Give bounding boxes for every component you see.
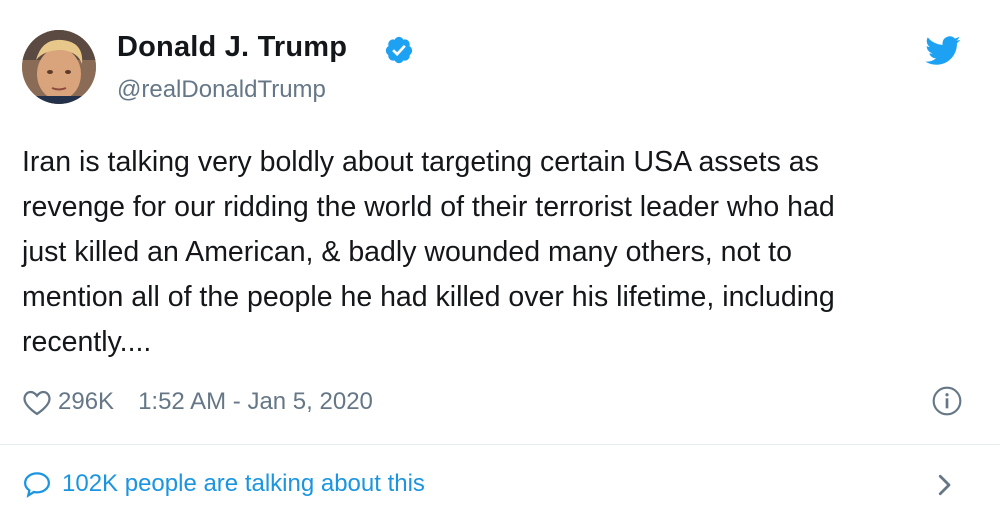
conversation-link[interactable]: 102K people are talking about this bbox=[22, 464, 425, 504]
like-count[interactable]: 296K bbox=[58, 388, 114, 416]
talking-label[interactable]: 102K people are talking about this bbox=[62, 470, 425, 498]
heart-icon[interactable] bbox=[22, 388, 52, 416]
speech-bubble-icon bbox=[23, 472, 51, 498]
timestamp[interactable]: 1:52 AM - Jan 5, 2020 bbox=[138, 388, 373, 416]
author-name[interactable]: Donald J. Trump bbox=[117, 31, 347, 64]
tweet-card: Donald J. Trump @realDonaldTrump Iran is… bbox=[0, 0, 1000, 521]
chevron-right-icon[interactable] bbox=[932, 470, 956, 500]
profile-photo bbox=[22, 30, 96, 104]
info-icon[interactable] bbox=[931, 385, 963, 417]
avatar[interactable] bbox=[22, 30, 96, 104]
tweet-meta: 296K 1:52 AM - Jan 5, 2020 bbox=[22, 382, 373, 422]
twitter-bird-icon[interactable] bbox=[925, 36, 961, 66]
divider bbox=[0, 444, 1000, 445]
tweet-text: Iran is talking very boldly about target… bbox=[22, 146, 835, 358]
verified-badge-icon bbox=[385, 36, 413, 64]
author-handle[interactable]: @realDonaldTrump bbox=[117, 76, 326, 104]
